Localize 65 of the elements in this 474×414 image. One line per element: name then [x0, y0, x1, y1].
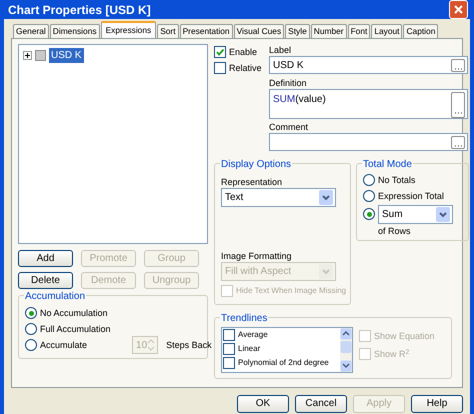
- radio-button[interactable]: [25, 323, 37, 335]
- list-item[interactable]: Average: [238, 329, 268, 341]
- radio-button[interactable]: [363, 190, 375, 202]
- checkbox-label: Enable: [229, 46, 258, 58]
- close-button[interactable]: [449, 0, 468, 19]
- label-field[interactable]: USD K: [269, 56, 468, 74]
- tab[interactable]: Number: [310, 24, 347, 38]
- scrollbar-icon: [340, 328, 352, 372]
- checkbox[interactable]: [214, 62, 226, 74]
- tree-item[interactable]: USD K: [49, 48, 84, 63]
- steps-label: Steps Back: [166, 339, 212, 351]
- action-button[interactable]: Delete: [18, 272, 73, 289]
- comment-field[interactable]: [269, 133, 468, 151]
- dialog-button[interactable]: OK: [237, 395, 289, 413]
- spinner-arrows-icon: [147, 338, 156, 352]
- option-label: Expression Total: [378, 190, 444, 202]
- tab[interactable]: Style: [285, 24, 310, 38]
- group-title: Display Options: [220, 157, 292, 172]
- window-title: Chart Properties [USD K]: [8, 2, 151, 18]
- tab[interactable]: Expressions: [100, 21, 156, 38]
- definition-field[interactable]: SUM(value): [269, 88, 468, 118]
- checkbox-label: Show R$^{2}$: [374, 348, 410, 360]
- tab[interactable]: Visual Cues: [234, 24, 284, 38]
- action-button[interactable]: Add: [18, 250, 73, 267]
- tab[interactable]: General: [13, 24, 49, 38]
- list-item[interactable]: Linear: [238, 343, 260, 355]
- close-icon: [453, 4, 464, 15]
- field-label: Image Formatting: [221, 250, 293, 262]
- tab[interactable]: Sort: [157, 24, 179, 38]
- field-label: Representation: [221, 176, 284, 188]
- expand-icon[interactable]: [23, 51, 32, 60]
- field-label: Definition: [269, 76, 308, 88]
- ellipsis-icon[interactable]: [451, 58, 465, 72]
- trendline-list[interactable]: Average Linear Polynomial of 2nd degree: [221, 327, 353, 373]
- option-label: No Totals: [378, 174, 416, 186]
- ellipsis-icon[interactable]: [451, 136, 465, 148]
- tab[interactable]: Presentation: [180, 24, 233, 38]
- ellipsis-icon[interactable]: [451, 92, 465, 118]
- option-label: No Accumulation: [40, 307, 108, 319]
- radio-button[interactable]: [363, 208, 375, 220]
- radio-button[interactable]: [363, 174, 375, 186]
- field-label: Comment: [269, 121, 310, 133]
- list-item[interactable]: Polynomial of 2nd degree: [238, 357, 329, 369]
- tab[interactable]: Dimensions: [50, 24, 100, 38]
- checkbox[interactable]: [223, 343, 235, 355]
- field-label: Label: [269, 44, 292, 56]
- option-label: Accumulate: [40, 339, 88, 351]
- checkbox[interactable]: [223, 357, 235, 369]
- checkbox[interactable]: [223, 329, 235, 341]
- option-label: Full Accumulation: [40, 323, 111, 335]
- tab[interactable]: Font: [348, 24, 370, 38]
- dialog-button[interactable]: Cancel: [295, 395, 347, 413]
- checkbox-label: Hide Text When Image Missing: [236, 285, 346, 297]
- total-function-dropdown[interactable]: Sum: [378, 204, 453, 224]
- dialog-button[interactable]: Help: [411, 395, 463, 413]
- radio-button[interactable]: [25, 307, 37, 319]
- representation-dropdown[interactable]: Text: [221, 188, 336, 206]
- checkbox-label: Relative: [229, 62, 262, 74]
- tab[interactable]: Layout: [371, 24, 402, 38]
- checkbox-label: Show Equation: [374, 330, 435, 342]
- tab[interactable]: Caption: [403, 24, 438, 38]
- suffix-label: of Rows: [378, 226, 411, 236]
- checkbox[interactable]: [214, 46, 226, 58]
- expression-icon: [35, 50, 46, 61]
- radio-button[interactable]: [25, 339, 37, 351]
